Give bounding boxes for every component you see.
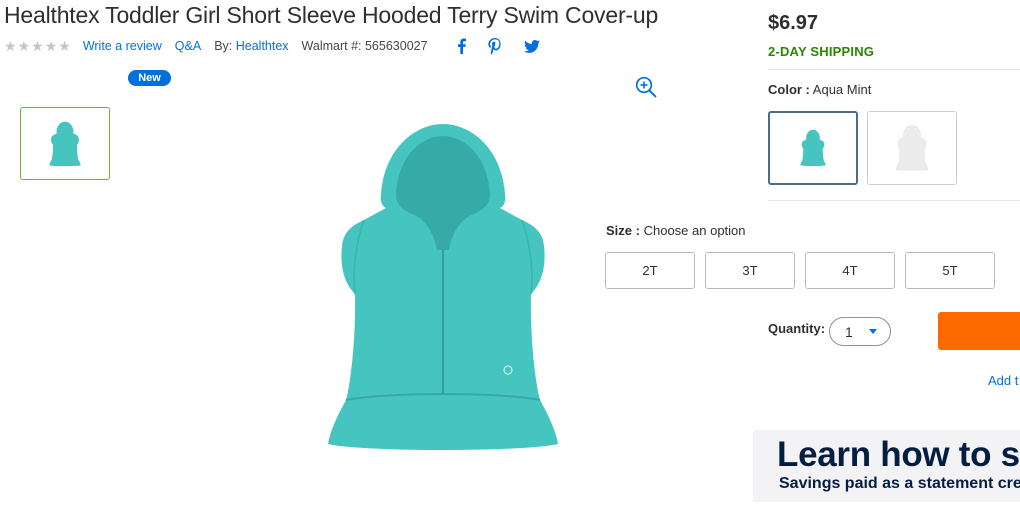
shipping-label: 2-DAY SHIPPING <box>768 44 875 59</box>
social-share <box>457 37 540 55</box>
swim-coverup-thumbnail-image <box>49 121 81 166</box>
promo-banner[interactable]: Learn how to s Savings paid as a stateme… <box>753 430 1020 502</box>
size-option-5t[interactable]: 5T <box>905 252 995 289</box>
product-title: Healthtex Toddler Girl Short Sleeve Hood… <box>4 2 659 28</box>
new-badge: New <box>128 70 171 86</box>
star-icon: ★ <box>44 38 58 54</box>
banner-headline: Learn how to s <box>777 435 1020 474</box>
write-review-link[interactable]: Write a review <box>83 39 162 53</box>
brand-prefix: By: <box>214 39 233 53</box>
product-main-image <box>326 122 560 454</box>
divider <box>768 69 1020 70</box>
banner-subtext: Savings paid as a statement cre <box>779 475 1020 492</box>
white-swatch-image <box>896 125 928 171</box>
facebook-icon[interactable] <box>457 38 466 54</box>
brand-byline: By: Healthtex <box>214 39 288 53</box>
quantity-label: Quantity: <box>768 321 826 336</box>
add-to-list-link[interactable]: Add t <box>988 373 1018 388</box>
divider <box>768 200 1020 201</box>
color-swatch-aqua-mint[interactable] <box>768 111 858 185</box>
quantity-select[interactable]: 1 <box>829 317 891 346</box>
star-icon: ★ <box>17 38 31 54</box>
size-option-3t[interactable]: 3T <box>705 252 795 289</box>
color-label: Color : Aqua Mint <box>768 82 871 97</box>
star-icon: ★ <box>58 38 71 54</box>
size-label-text: Size : <box>606 223 640 238</box>
star-icon: ★ <box>31 38 44 54</box>
zoom-in-icon[interactable] <box>635 76 657 98</box>
twitter-icon[interactable] <box>523 39 540 53</box>
pinterest-icon[interactable] <box>487 37 502 55</box>
size-option-2t[interactable]: 2T <box>605 252 695 289</box>
quantity-value: 1 <box>845 323 853 340</box>
color-label-text: Color : <box>768 82 810 97</box>
chevron-down-icon <box>869 329 877 334</box>
brand-link[interactable]: Healthtex <box>236 39 289 53</box>
product-meta-row: ★ ★ ★ ★ ★ Write a review Q&A By: Healtht… <box>4 37 540 55</box>
price: $6.97 <box>768 12 819 34</box>
star-icon: ★ <box>4 38 17 54</box>
product-thumbnail[interactable] <box>20 107 110 180</box>
aqua-mint-swatch-image <box>800 129 826 166</box>
color-swatch-white[interactable] <box>867 111 957 185</box>
add-to-cart-button[interactable] <box>938 312 1020 350</box>
qa-link[interactable]: Q&A <box>175 39 201 53</box>
size-placeholder: Choose an option <box>643 223 746 238</box>
size-option-4t[interactable]: 4T <box>805 252 895 289</box>
rating-stars: ★ ★ ★ ★ ★ <box>4 39 71 53</box>
size-label: Size : Choose an option <box>606 223 746 238</box>
walmart-number: Walmart #: 565630027 <box>301 39 428 53</box>
color-selected-value: Aqua Mint <box>812 82 872 97</box>
